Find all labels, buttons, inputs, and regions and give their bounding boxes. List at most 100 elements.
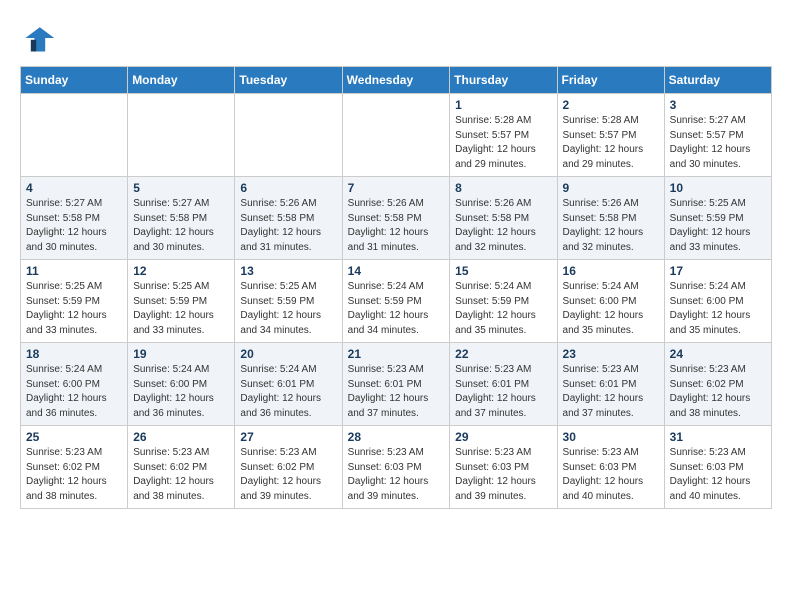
week-row-4: 18 Sunrise: 5:24 AM Sunset: 6:00 PM Dayli… xyxy=(21,343,772,426)
calendar-cell xyxy=(21,94,128,177)
day-info: Sunrise: 5:23 AM Sunset: 6:01 PM Dayligh… xyxy=(563,363,659,421)
header xyxy=(20,20,772,56)
logo xyxy=(20,20,62,56)
weekday-header-tuesday: Tuesday xyxy=(235,67,342,94)
day-info: Sunrise: 5:25 AM Sunset: 5:59 PM Dayligh… xyxy=(240,280,336,338)
calendar-cell: 27 Sunrise: 5:23 AM Sunset: 6:02 PM Dayli… xyxy=(235,426,342,509)
day-info: Sunrise: 5:23 AM Sunset: 6:03 PM Dayligh… xyxy=(670,446,766,504)
day-number: 11 xyxy=(26,264,122,278)
day-number: 1 xyxy=(455,98,551,112)
weekday-header-saturday: Saturday xyxy=(664,67,771,94)
weekday-header-sunday: Sunday xyxy=(21,67,128,94)
calendar-cell: 1 Sunrise: 5:28 AM Sunset: 5:57 PM Daylig… xyxy=(450,94,557,177)
day-number: 8 xyxy=(455,181,551,195)
calendar-cell: 9 Sunrise: 5:26 AM Sunset: 5:58 PM Daylig… xyxy=(557,177,664,260)
logo-icon xyxy=(20,20,56,56)
week-row-2: 4 Sunrise: 5:27 AM Sunset: 5:58 PM Daylig… xyxy=(21,177,772,260)
calendar-cell: 29Sunrise: 5:23 AM Sunset: 6:03 PM Dayli… xyxy=(450,426,557,509)
day-number: 20 xyxy=(240,347,336,361)
day-info: Sunrise: 5:27 AM Sunset: 5:58 PM Dayligh… xyxy=(26,197,122,255)
day-info: Sunrise: 5:23 AM Sunset: 6:02 PM Dayligh… xyxy=(26,446,122,504)
calendar-cell: 15 Sunrise: 5:24 AM Sunset: 5:59 PM Dayli… xyxy=(450,260,557,343)
week-row-1: 1 Sunrise: 5:28 AM Sunset: 5:57 PM Daylig… xyxy=(21,94,772,177)
calendar-cell: 13 Sunrise: 5:25 AM Sunset: 5:59 PM Dayli… xyxy=(235,260,342,343)
day-number: 15 xyxy=(455,264,551,278)
day-info: Sunrise: 5:27 AM Sunset: 5:57 PM Dayligh… xyxy=(670,114,766,172)
calendar-cell: 26Sunrise: 5:23 AM Sunset: 6:02 PM Dayli… xyxy=(128,426,235,509)
day-number: 31 xyxy=(670,430,766,444)
calendar-cell: 4 Sunrise: 5:27 AM Sunset: 5:58 PM Daylig… xyxy=(21,177,128,260)
day-info: Sunrise: 5:28 AM Sunset: 5:57 PM Dayligh… xyxy=(563,114,659,172)
day-info: Sunrise: 5:24 AM Sunset: 6:00 PM Dayligh… xyxy=(563,280,659,338)
day-info: Sunrise: 5:26 AM Sunset: 5:58 PM Dayligh… xyxy=(348,197,445,255)
calendar-cell: 14Sunrise: 5:24 AM Sunset: 5:59 PM Dayli… xyxy=(342,260,450,343)
day-info: Sunrise: 5:25 AM Sunset: 5:59 PM Dayligh… xyxy=(133,280,229,338)
weekday-header-monday: Monday xyxy=(128,67,235,94)
day-number: 18 xyxy=(26,347,122,361)
calendar-cell: 3 Sunrise: 5:27 AM Sunset: 5:57 PM Daylig… xyxy=(664,94,771,177)
day-number: 9 xyxy=(563,181,659,195)
calendar-cell xyxy=(342,94,450,177)
day-info: Sunrise: 5:26 AM Sunset: 5:58 PM Dayligh… xyxy=(240,197,336,255)
day-number: 25 xyxy=(26,430,122,444)
day-number: 16 xyxy=(563,264,659,278)
day-info: Sunrise: 5:23 AM Sunset: 6:02 PM Dayligh… xyxy=(240,446,336,504)
calendar-cell: 8 Sunrise: 5:26 AM Sunset: 5:58 PM Daylig… xyxy=(450,177,557,260)
day-info: Sunrise: 5:23 AM Sunset: 6:02 PM Dayligh… xyxy=(133,446,229,504)
calendar-cell: 28 Sunrise: 5:23 AM Sunset: 6:03 PM Dayli… xyxy=(342,426,450,509)
day-number: 19 xyxy=(133,347,229,361)
calendar-cell: 18 Sunrise: 5:24 AM Sunset: 6:00 PM Dayli… xyxy=(21,343,128,426)
day-number: 2 xyxy=(563,98,659,112)
week-row-5: 25 Sunrise: 5:23 AM Sunset: 6:02 PM Dayli… xyxy=(21,426,772,509)
calendar-cell: 24Sunrise: 5:23 AM Sunset: 6:02 PM Dayli… xyxy=(664,343,771,426)
day-info: Sunrise: 5:24 AM Sunset: 6:01 PM Dayligh… xyxy=(240,363,336,421)
calendar-cell: 6Sunrise: 5:26 AM Sunset: 5:58 PM Daylig… xyxy=(235,177,342,260)
weekday-header-wednesday: Wednesday xyxy=(342,67,450,94)
calendar-cell: 31 Sunrise: 5:23 AM Sunset: 6:03 PM Dayli… xyxy=(664,426,771,509)
day-number: 4 xyxy=(26,181,122,195)
day-info: Sunrise: 5:23 AM Sunset: 6:01 PM Dayligh… xyxy=(348,363,445,421)
calendar-cell: 12 Sunrise: 5:25 AM Sunset: 5:59 PM Dayli… xyxy=(128,260,235,343)
day-info: Sunrise: 5:24 AM Sunset: 5:59 PM Dayligh… xyxy=(348,280,445,338)
week-row-3: 11 Sunrise: 5:25 AM Sunset: 5:59 PM Dayli… xyxy=(21,260,772,343)
day-info: Sunrise: 5:24 AM Sunset: 6:00 PM Dayligh… xyxy=(133,363,229,421)
calendar-cell: 23Sunrise: 5:23 AM Sunset: 6:01 PM Dayli… xyxy=(557,343,664,426)
day-info: Sunrise: 5:23 AM Sunset: 6:03 PM Dayligh… xyxy=(348,446,445,504)
day-number: 21 xyxy=(348,347,445,361)
calendar-cell: 17Sunrise: 5:24 AM Sunset: 6:00 PM Dayli… xyxy=(664,260,771,343)
weekday-header-friday: Friday xyxy=(557,67,664,94)
day-info: Sunrise: 5:25 AM Sunset: 5:59 PM Dayligh… xyxy=(26,280,122,338)
calendar-cell: 30 Sunrise: 5:23 AM Sunset: 6:03 PM Dayli… xyxy=(557,426,664,509)
day-info: Sunrise: 5:23 AM Sunset: 6:03 PM Dayligh… xyxy=(563,446,659,504)
day-info: Sunrise: 5:24 AM Sunset: 5:59 PM Dayligh… xyxy=(455,280,551,338)
day-number: 30 xyxy=(563,430,659,444)
day-info: Sunrise: 5:23 AM Sunset: 6:01 PM Dayligh… xyxy=(455,363,551,421)
day-info: Sunrise: 5:24 AM Sunset: 6:00 PM Dayligh… xyxy=(26,363,122,421)
calendar-cell: 7 Sunrise: 5:26 AM Sunset: 5:58 PM Daylig… xyxy=(342,177,450,260)
calendar-cell xyxy=(128,94,235,177)
calendar-cell: 16 Sunrise: 5:24 AM Sunset: 6:00 PM Dayli… xyxy=(557,260,664,343)
day-info: Sunrise: 5:25 AM Sunset: 5:59 PM Dayligh… xyxy=(670,197,766,255)
day-info: Sunrise: 5:27 AM Sunset: 5:58 PM Dayligh… xyxy=(133,197,229,255)
weekday-header-row: SundayMondayTuesdayWednesdayThursdayFrid… xyxy=(21,67,772,94)
calendar-cell: 5 Sunrise: 5:27 AM Sunset: 5:58 PM Daylig… xyxy=(128,177,235,260)
calendar-cell: 2 Sunrise: 5:28 AM Sunset: 5:57 PM Daylig… xyxy=(557,94,664,177)
calendar-cell xyxy=(235,94,342,177)
day-number: 17 xyxy=(670,264,766,278)
day-number: 12 xyxy=(133,264,229,278)
day-info: Sunrise: 5:26 AM Sunset: 5:58 PM Dayligh… xyxy=(563,197,659,255)
day-number: 24 xyxy=(670,347,766,361)
calendar-cell: 10Sunrise: 5:25 AM Sunset: 5:59 PM Dayli… xyxy=(664,177,771,260)
day-number: 28 xyxy=(348,430,445,444)
calendar-cell: 20 Sunrise: 5:24 AM Sunset: 6:01 PM Dayli… xyxy=(235,343,342,426)
day-number: 3 xyxy=(670,98,766,112)
day-info: Sunrise: 5:28 AM Sunset: 5:57 PM Dayligh… xyxy=(455,114,551,172)
calendar-cell: 21 Sunrise: 5:23 AM Sunset: 6:01 PM Dayli… xyxy=(342,343,450,426)
day-number: 27 xyxy=(240,430,336,444)
weekday-header-thursday: Thursday xyxy=(450,67,557,94)
calendar-cell: 19 Sunrise: 5:24 AM Sunset: 6:00 PM Dayli… xyxy=(128,343,235,426)
day-number: 5 xyxy=(133,181,229,195)
day-number: 13 xyxy=(240,264,336,278)
day-info: Sunrise: 5:26 AM Sunset: 5:58 PM Dayligh… xyxy=(455,197,551,255)
day-number: 7 xyxy=(348,181,445,195)
